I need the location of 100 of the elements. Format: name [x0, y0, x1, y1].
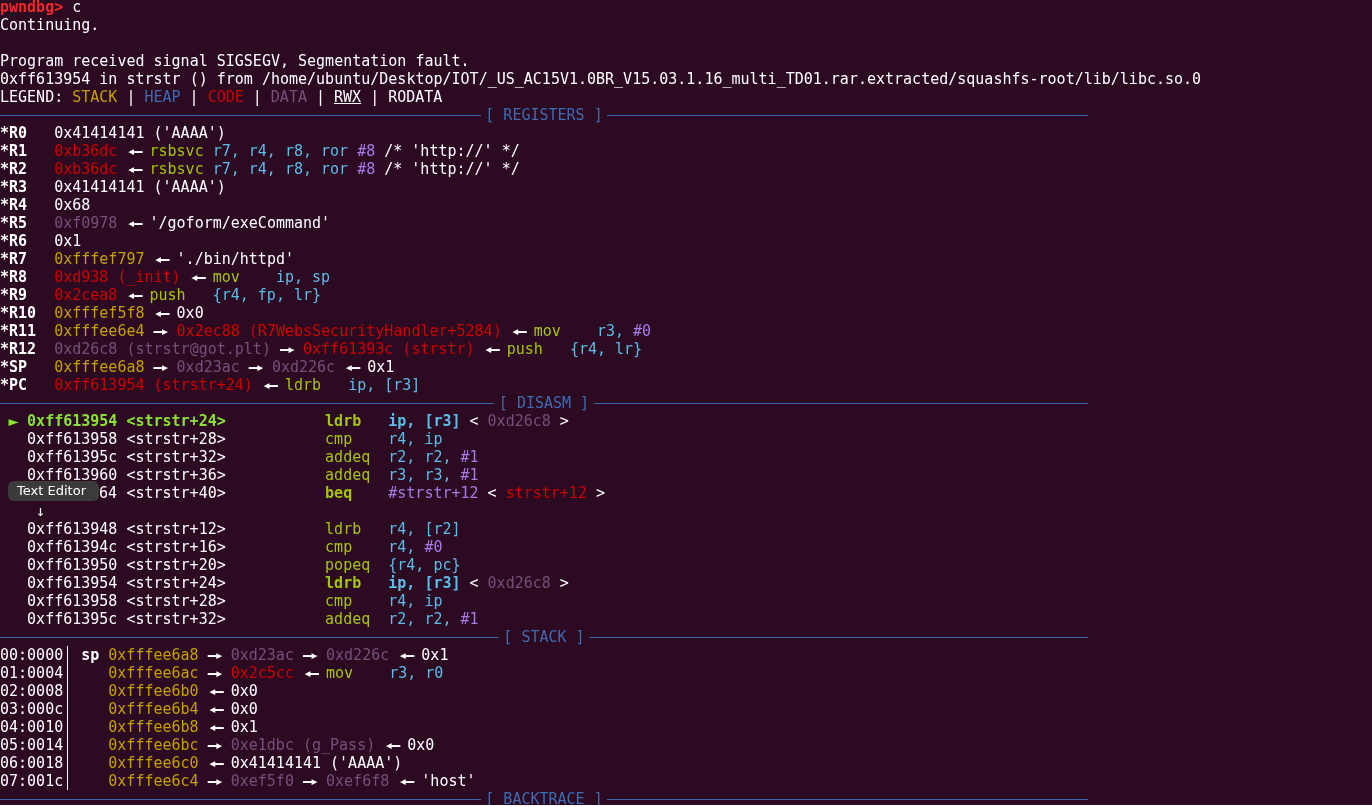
instruction-mnemonic: addeq	[325, 466, 372, 484]
code-address: 0xff613954 (strstr+24)	[54, 376, 253, 394]
immediate-operand: #0	[633, 322, 652, 340]
register-name: *R6	[0, 232, 29, 250]
register-operand: r4,	[388, 538, 416, 556]
stack-offset: 02:0008	[0, 682, 64, 700]
stack-address: 0xfffee6b0	[108, 682, 199, 700]
register-operand: r7, r4, r8, ror	[212, 160, 349, 178]
symbol-offset: <strstr+32>	[126, 610, 226, 628]
code-address: 0x2cea8	[54, 286, 118, 304]
terminal-text: 0x1	[230, 718, 258, 736]
register-operand: r4, [r2]	[388, 520, 461, 538]
terminal-text: 0x1	[54, 232, 82, 250]
stack-address: 0xfffef797	[54, 250, 145, 268]
register-name: *PC	[0, 376, 29, 394]
terminal-text: <	[469, 574, 479, 592]
register-operand: ip, sp	[275, 268, 331, 286]
register-operand: r2, r2,	[388, 448, 452, 466]
pointer-arrow: ◂—	[207, 700, 222, 718]
terminal-text: 0x1	[367, 358, 395, 376]
pointer-arrow: —▸	[153, 358, 168, 376]
symbol-offset: <strstr+28>	[126, 592, 226, 610]
terminal-text: >	[595, 484, 605, 502]
data-address: 0xd26c8	[487, 574, 551, 592]
stack-address: STACK	[72, 88, 118, 106]
symbol-offset: <strstr+32>	[126, 448, 226, 466]
symbol-offset: <strstr+40>	[126, 484, 226, 502]
pointer-arrow: —▸	[302, 772, 317, 790]
instruction-address: 0xff613958	[27, 430, 118, 448]
code-address: CODE	[207, 88, 244, 106]
instruction-mnemonic: addeq	[325, 610, 372, 628]
stack-address: 0xfffee6bc	[108, 736, 199, 754]
terminal-text: '/goform/exeCommand'	[149, 214, 331, 232]
pointer-arrow: —▸	[248, 358, 263, 376]
register-name: *R11	[0, 322, 38, 340]
instruction-mnemonic: mov	[326, 664, 355, 682]
stack-address: 0xfffee6c4	[108, 772, 199, 790]
symbol-offset: <strstr+24>	[126, 574, 226, 592]
terminal-text: 0xff613954 in strstr () from /home/ubuntu/Desktop/IOT/_US_AC15V1.0BR_V15.03.1.16_multi_TD01.rar.extracted/squashfs-root/lib/libc.so.0	[0, 70, 1202, 88]
instruction-mnemonic: cmp	[325, 430, 354, 448]
register-name: *R5	[0, 214, 29, 232]
terminal-text: |	[252, 88, 262, 106]
terminal-text: |	[126, 88, 136, 106]
register-operand: ip, [r3]	[388, 412, 461, 430]
instruction-mnemonic: cmp	[325, 538, 354, 556]
instruction-address: 0xff613960	[27, 466, 118, 484]
data-address: 0xe1dbc (g_Pass)	[230, 736, 376, 754]
pointer-arrow: ◂—	[261, 376, 276, 394]
pointer-arrow: ◂—	[189, 268, 204, 286]
pointer-arrow: ◂—	[207, 682, 222, 700]
register-operand: r4, ip	[388, 592, 443, 610]
pointer-arrow: ◂—	[510, 322, 525, 340]
pointer-arrow: ◂—	[398, 646, 413, 664]
pointer-arrow: ◂—	[126, 142, 141, 160]
pointer-arrow: —▸	[302, 646, 317, 664]
pointer-arrow: ◂—	[384, 736, 399, 754]
instruction-address: 0xff61395c	[27, 610, 118, 628]
code-address: 0x2ec88 (R7WebsSecurityHandler+5284)	[176, 322, 502, 340]
terminal-text: |	[189, 88, 199, 106]
register-name: *R4	[0, 196, 29, 214]
register-name: *R7	[0, 250, 29, 268]
stack-address: 0xfffee6c0	[108, 754, 199, 772]
register-name: *R9	[0, 286, 29, 304]
pointer-arrow: ◂—	[153, 250, 168, 268]
stack-address: 0xfffee6b8	[108, 718, 199, 736]
terminal-text: 0x41414141 ('AAAA')	[54, 124, 226, 142]
immediate-operand: #1	[460, 466, 479, 484]
instruction-address: 0xff61394c	[27, 538, 118, 556]
stack-offset: 00:0000	[0, 646, 64, 664]
register-operand: r4, ip	[388, 430, 443, 448]
terminal-text: 0x0	[230, 700, 258, 718]
terminal-text: >	[559, 574, 569, 592]
register-operand: r3, r0	[389, 664, 444, 682]
section-header: [ STACK ]	[502, 628, 586, 646]
terminal-text: |	[315, 88, 325, 106]
register-operand: r3, r3,	[388, 466, 452, 484]
terminal-text: >	[559, 412, 569, 430]
symbol-offset: <strstr+16>	[126, 538, 226, 556]
immediate-operand: #0	[424, 538, 443, 556]
code-address: 0xff61393c (strstr)	[303, 340, 475, 358]
pointer-arrow: ◂—	[207, 754, 222, 772]
register-name: *R10	[0, 304, 38, 322]
section-header: [ DISASM ]	[497, 394, 591, 412]
pointer-arrow: ◂—	[483, 340, 498, 358]
stack-address: 0xfffee6e4	[54, 322, 145, 340]
instruction-mnemonic: ldrb	[284, 376, 323, 394]
stack-offset: 06:0018	[0, 754, 64, 772]
terminal-text: Continuing.	[0, 16, 100, 34]
terminal-text: Program received signal SIGSEGV, Segmentation fault.	[0, 52, 470, 70]
data-address: 0xd26c8 (strstr@got.plt)	[54, 340, 271, 358]
pointer-arrow: —▸	[207, 736, 222, 754]
terminal-text: 0x1	[421, 646, 449, 664]
stack-pointer-label: sp	[81, 646, 100, 664]
instruction-address: 0xff613954	[27, 574, 118, 592]
register-name: *R0	[0, 124, 29, 142]
terminal-text: <	[469, 412, 479, 430]
jump-arrow: ↓	[36, 502, 46, 520]
instruction-mnemonic: ldrb	[325, 520, 363, 538]
terminal-text: 0x0	[407, 736, 435, 754]
data-address: 0xd23ac	[176, 358, 240, 376]
